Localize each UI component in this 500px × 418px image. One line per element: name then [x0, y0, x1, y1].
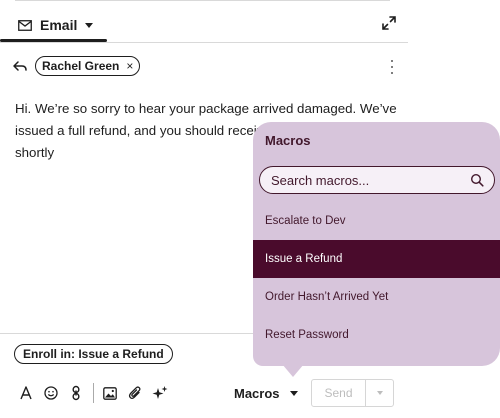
macro-item-issue-a-refund[interactable]: Issue a Refund	[253, 240, 500, 278]
expand-icon[interactable]	[381, 15, 397, 31]
send-button[interactable]: Send	[312, 380, 365, 406]
message-body-line: Hi. We’re so sorry to hear your package …	[15, 101, 397, 116]
envelope-icon	[18, 19, 32, 31]
top-divider	[15, 0, 390, 1]
text-format-icon[interactable]	[17, 384, 35, 402]
toolbar-divider	[93, 383, 94, 403]
macro-item-reset-password[interactable]: Reset Password	[253, 316, 500, 354]
emoji-icon[interactable]	[42, 384, 60, 402]
image-icon[interactable]	[101, 384, 119, 402]
macros-button-label: Macros	[234, 385, 280, 401]
close-icon[interactable]: ×	[126, 60, 133, 72]
sparkle-icon[interactable]	[151, 384, 169, 402]
attachment-icon[interactable]	[126, 384, 144, 402]
macro-search-input[interactable]	[271, 172, 470, 188]
chevron-down-icon	[289, 390, 298, 396]
macro-item-order-hasnt-arrived-yet[interactable]: Order Hasn’t Arrived Yet	[253, 278, 500, 316]
header-divider	[0, 42, 408, 43]
tab-email-label: Email	[40, 17, 78, 33]
macro-item-escalate-to-dev[interactable]: Escalate to Dev	[253, 202, 500, 240]
recipient-chip[interactable]: Rachel Green ×	[35, 56, 141, 76]
send-button-group: Send	[311, 379, 394, 407]
more-icon[interactable]	[390, 60, 394, 74]
recipient-name: Rachel Green	[42, 59, 120, 73]
enroll-sequence-chip[interactable]: Enroll in: Issue a Refund	[14, 344, 173, 364]
search-icon[interactable]	[470, 173, 484, 187]
reply-icon[interactable]	[12, 58, 28, 74]
macros-popover: Macros Escalate to Dev Issue a Refund Or…	[253, 122, 500, 366]
enroll-label: Enroll in: Issue a Refund	[23, 347, 164, 361]
chevron-down-icon	[376, 391, 383, 395]
send-options-button[interactable]	[366, 380, 393, 406]
macros-button[interactable]: Macros	[234, 384, 298, 402]
link-icon[interactable]	[67, 384, 85, 402]
tab-email[interactable]: Email	[0, 8, 107, 42]
chevron-down-icon	[85, 22, 94, 28]
popover-pointer	[282, 364, 304, 377]
macro-search-field[interactable]	[259, 166, 495, 194]
macros-popover-title: Macros	[265, 133, 311, 148]
